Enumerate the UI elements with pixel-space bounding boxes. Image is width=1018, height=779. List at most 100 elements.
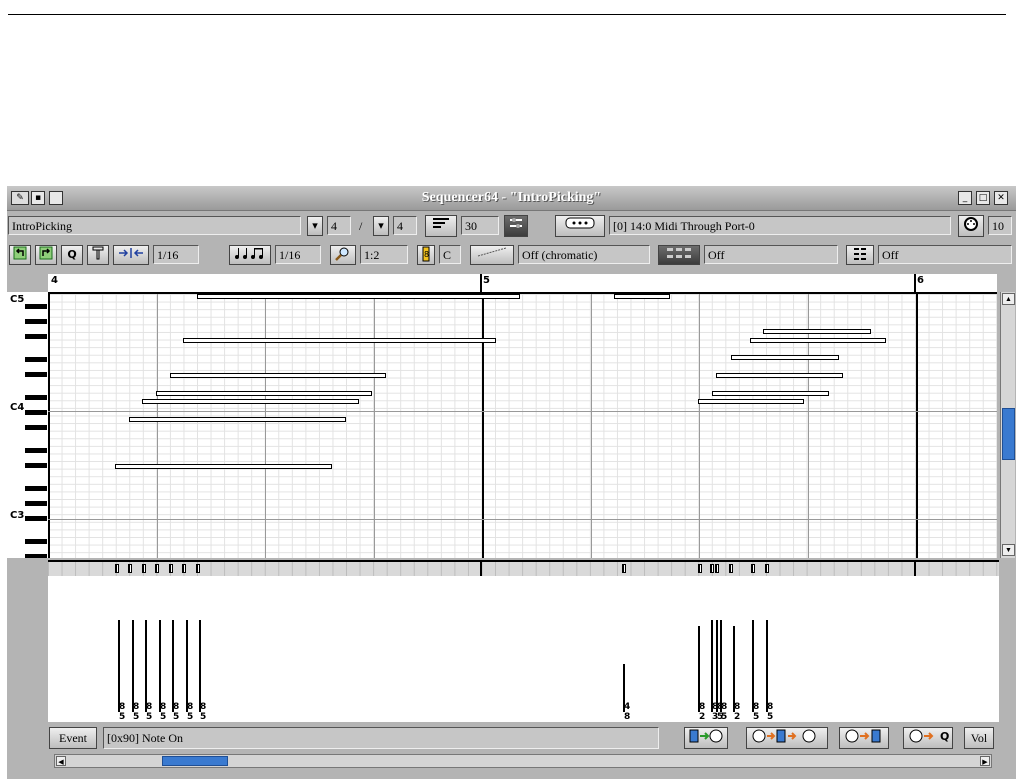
midi-bus-button[interactable] bbox=[555, 215, 605, 237]
select-to-midi-button[interactable] bbox=[684, 727, 728, 749]
note[interactable] bbox=[614, 294, 670, 299]
event-marker[interactable] bbox=[128, 564, 132, 573]
note[interactable] bbox=[750, 338, 886, 343]
black-key[interactable] bbox=[25, 501, 47, 507]
note[interactable] bbox=[129, 417, 346, 422]
scroll-left-arrow-icon[interactable]: ◀ bbox=[56, 756, 66, 766]
note[interactable] bbox=[197, 294, 520, 299]
beat-width-dropdown[interactable]: ▾ bbox=[373, 216, 389, 236]
black-key[interactable] bbox=[25, 539, 47, 545]
length-button[interactable] bbox=[425, 215, 457, 237]
scroll-right-arrow-icon[interactable]: ▶ bbox=[980, 756, 990, 766]
note-length-button[interactable] bbox=[229, 245, 271, 265]
black-key[interactable] bbox=[25, 303, 47, 309]
velocity-bar[interactable] bbox=[145, 620, 147, 712]
note[interactable] bbox=[142, 399, 359, 404]
piano-roll-grid[interactable] bbox=[48, 294, 997, 558]
black-key[interactable] bbox=[25, 318, 47, 324]
record-mode-button[interactable] bbox=[504, 215, 528, 237]
scale-field[interactable]: Off (chromatic) bbox=[518, 245, 650, 264]
midi-port-field[interactable]: [0] 14:0 Midi Through Port-0 bbox=[609, 216, 951, 235]
velocity-bar[interactable] bbox=[720, 620, 722, 712]
event-marker[interactable] bbox=[765, 564, 769, 573]
midi-channel-field[interactable]: 10 bbox=[988, 216, 1012, 235]
quantize-button[interactable]: Q bbox=[61, 245, 83, 265]
black-key[interactable] bbox=[25, 516, 47, 522]
black-key[interactable] bbox=[25, 554, 47, 558]
black-key[interactable] bbox=[25, 334, 47, 339]
note[interactable] bbox=[156, 391, 372, 396]
midi-channel-button[interactable] bbox=[958, 215, 984, 237]
zoom-field[interactable]: 1:2 bbox=[360, 245, 408, 264]
key-field[interactable]: C bbox=[439, 245, 461, 264]
length-field[interactable]: 30 bbox=[461, 216, 499, 235]
event-marker[interactable] bbox=[155, 564, 159, 573]
measure-ruler[interactable]: 4 5 6 bbox=[48, 274, 997, 294]
scale-button[interactable] bbox=[470, 245, 514, 265]
velocity-bar[interactable] bbox=[711, 620, 713, 712]
event-marker[interactable] bbox=[622, 564, 626, 573]
note[interactable] bbox=[170, 373, 386, 378]
note[interactable] bbox=[115, 464, 332, 469]
black-key[interactable] bbox=[25, 425, 47, 431]
beat-width-field[interactable]: 4 bbox=[393, 216, 417, 235]
scroll-up-arrow-icon[interactable]: ▲ bbox=[1002, 293, 1015, 305]
event-marker[interactable] bbox=[698, 564, 702, 573]
event-marker[interactable] bbox=[710, 564, 714, 573]
velocity-bar[interactable] bbox=[716, 620, 718, 712]
event-marker[interactable] bbox=[729, 564, 733, 573]
event-marker[interactable] bbox=[169, 564, 173, 573]
velocity-bar[interactable] bbox=[752, 620, 754, 712]
event-marker[interactable] bbox=[196, 564, 200, 573]
black-key[interactable] bbox=[25, 463, 47, 469]
horizontal-scroll-thumb[interactable] bbox=[162, 756, 228, 766]
black-key[interactable] bbox=[25, 372, 47, 377]
scroll-down-arrow-icon[interactable]: ▼ bbox=[1002, 544, 1015, 556]
black-key[interactable] bbox=[25, 394, 47, 400]
event-button[interactable]: Event bbox=[49, 727, 97, 749]
vertical-scroll-thumb[interactable] bbox=[1002, 408, 1015, 460]
piano-keyboard[interactable]: C5 C4 C3 bbox=[7, 292, 49, 558]
event-marker[interactable] bbox=[115, 564, 119, 573]
sequence-name-field[interactable]: IntroPicking bbox=[8, 216, 301, 235]
midi-to-select-button[interactable] bbox=[839, 727, 889, 749]
expand-contract-button[interactable] bbox=[113, 245, 149, 265]
velocity-bar[interactable] bbox=[698, 626, 700, 712]
midi-to-quantize-button[interactable]: Q bbox=[903, 727, 953, 749]
event-type-field[interactable]: [0x90] Note On bbox=[103, 727, 659, 749]
event-marker[interactable] bbox=[751, 564, 755, 573]
snap-field[interactable]: 1/16 bbox=[153, 245, 199, 264]
maximize-button[interactable]: □ bbox=[976, 191, 990, 205]
velocity-bar[interactable] bbox=[766, 620, 768, 712]
event-marker[interactable] bbox=[715, 564, 719, 573]
velocity-bar[interactable] bbox=[199, 620, 201, 712]
chord-button[interactable] bbox=[846, 245, 874, 265]
key-button[interactable]: 8 bbox=[417, 245, 435, 265]
event-marker[interactable] bbox=[142, 564, 146, 573]
note[interactable] bbox=[183, 338, 496, 343]
minimize-button[interactable]: _ bbox=[958, 191, 972, 205]
zoom-button[interactable] bbox=[330, 245, 356, 265]
beats-per-bar-field[interactable]: 4 bbox=[327, 216, 351, 235]
horizontal-scrollbar[interactable]: ◀ ▶ bbox=[54, 754, 992, 768]
beats-per-bar-dropdown[interactable]: ▾ bbox=[307, 216, 323, 236]
black-key[interactable] bbox=[25, 410, 47, 415]
event-marker[interactable] bbox=[182, 564, 186, 573]
midi-select-midi-button[interactable] bbox=[746, 727, 828, 749]
note[interactable] bbox=[712, 391, 829, 396]
velocity-bar[interactable] bbox=[132, 620, 134, 712]
velocity-bar[interactable] bbox=[733, 626, 735, 712]
background-sequence-field[interactable]: Off bbox=[704, 245, 838, 264]
black-key[interactable] bbox=[25, 486, 47, 491]
chord-field[interactable]: Off bbox=[878, 245, 1012, 264]
background-sequence-button[interactable] bbox=[658, 245, 700, 265]
note-length-field[interactable]: 1/16 bbox=[275, 245, 321, 264]
velocity-bar[interactable] bbox=[159, 620, 161, 712]
black-key[interactable] bbox=[25, 356, 47, 362]
note[interactable] bbox=[698, 399, 804, 404]
vertical-scrollbar[interactable]: ▲ ▼ bbox=[1000, 292, 1015, 558]
velocity-bar[interactable] bbox=[186, 620, 188, 712]
note[interactable] bbox=[763, 329, 871, 334]
redo-button[interactable] bbox=[35, 245, 57, 265]
tools-button[interactable] bbox=[87, 245, 109, 265]
